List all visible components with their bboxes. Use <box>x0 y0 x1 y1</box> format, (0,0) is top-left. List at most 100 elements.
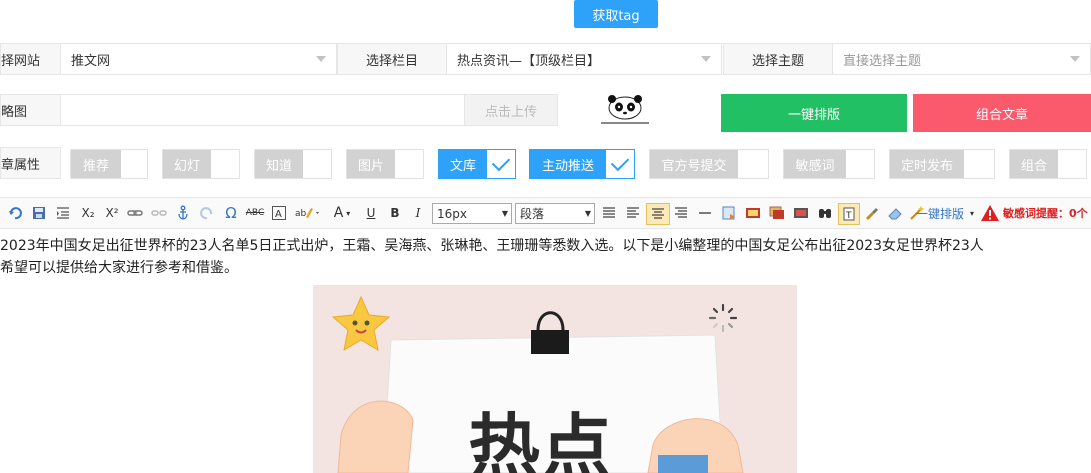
check-icon <box>491 152 511 172</box>
bold-icon[interactable]: B <box>386 203 404 223</box>
paragraph-select[interactable]: 段落 ▼ <box>515 203 595 224</box>
column-select[interactable]: 热点资讯—【顶级栏目】 <box>446 43 722 75</box>
eraser-icon[interactable] <box>886 203 904 223</box>
toggle-switch <box>606 150 634 178</box>
toggle-library[interactable]: 文库 <box>438 149 516 179</box>
site-select[interactable]: 推文网 <box>60 43 337 75</box>
one-click-layout-tool-label: 一键排版 <box>915 206 964 221</box>
toggle-label: 知道 <box>255 150 303 178</box>
one-click-layout-button[interactable]: 一键排版 <box>721 94 907 132</box>
article-paragraph-2: 希望可以提供给大家进行参考和借鉴。 <box>0 260 238 276</box>
font-color-label: A <box>333 205 344 221</box>
video-icon[interactable] <box>792 203 810 223</box>
upload-button[interactable]: 点击上传 <box>464 94 558 126</box>
topic-select[interactable]: 直接选择主题 <box>832 43 1091 75</box>
site-label: 择网站 <box>0 43 61 75</box>
chevron-down-icon: ▾ <box>970 208 975 218</box>
toggle-label: 图片 <box>347 150 395 178</box>
panda-logo <box>598 94 652 128</box>
highlight-color-icon[interactable]: ab <box>294 203 322 223</box>
article-image[interactable]: 热点 <box>313 285 797 473</box>
svg-text:A: A <box>275 209 282 220</box>
article-body[interactable]: 2023年中国女足出征世界杯的23人名单5日正式出炉，王霜、吴海燕、张琳艳、王珊… <box>0 235 1091 279</box>
toggle-label: 定时发布 <box>890 150 964 178</box>
indent-icon[interactable] <box>54 203 72 223</box>
redo-icon[interactable] <box>6 203 24 223</box>
toggle-slideshow[interactable]: 幻灯 <box>162 149 240 179</box>
toggle-recommend[interactable]: 推荐 <box>70 149 148 179</box>
font-color-icon[interactable]: A ▾ <box>328 203 356 223</box>
insert-file-icon[interactable] <box>720 203 738 223</box>
toggle-switch <box>121 150 147 178</box>
toggle-switch <box>738 150 768 178</box>
toggle-label: 敏感词 <box>784 150 846 178</box>
toggle-official-submit[interactable]: 官方号提交 <box>649 149 769 179</box>
article-paragraph-1: 2023年中国女足出征世界杯的23人名单5日正式出炉，王霜、吴海燕、张琳艳、王珊… <box>0 238 984 254</box>
strikethrough-icon[interactable]: ABC <box>244 203 266 223</box>
toggle-switch <box>964 150 994 178</box>
hot-news-illustration: 热点 <box>313 285 797 473</box>
topic-label: 选择主题 <box>723 43 833 75</box>
special-char-icon[interactable]: Ω <box>222 203 240 223</box>
toggle-image[interactable]: 图片 <box>346 149 424 179</box>
column-label: 选择栏目 <box>337 43 447 75</box>
paragraph-value: 段落 <box>520 207 545 221</box>
italic-icon[interactable]: I <box>409 203 427 223</box>
align-left-icon[interactable] <box>624 203 642 223</box>
text-box-icon[interactable]: A <box>270 203 288 223</box>
hot-news-title: 热点 <box>468 406 612 473</box>
undo-disabled-icon[interactable] <box>198 203 216 223</box>
toggle-label: 文库 <box>439 150 487 178</box>
sensitive-word-hint: 敏感词提醒：0个 <box>980 203 1091 223</box>
toggle-switch <box>395 150 423 178</box>
align-center-icon[interactable] <box>646 203 670 225</box>
link-icon[interactable] <box>126 203 144 223</box>
toggle-combine[interactable]: 组合 <box>1009 149 1087 179</box>
get-tag-button[interactable]: 获取tag <box>574 0 658 28</box>
chevron-down-icon: ▼ <box>584 209 591 218</box>
find-replace-icon[interactable] <box>816 203 834 223</box>
anchor-icon[interactable] <box>174 203 192 223</box>
toggle-switch <box>846 150 874 178</box>
toggle-scheduled[interactable]: 定时发布 <box>889 149 995 179</box>
toggle-switch <box>303 150 331 178</box>
toggle-know[interactable]: 知道 <box>254 149 332 179</box>
one-click-layout-tool[interactable]: 一键排版 ▾ <box>912 203 978 223</box>
site-label-text: 择网站 <box>1 53 41 69</box>
chevron-down-icon: ▾ <box>346 208 351 218</box>
check-icon <box>610 152 630 172</box>
image-icon[interactable] <box>744 203 762 223</box>
save-icon[interactable] <box>30 203 48 223</box>
chevron-down-icon <box>1070 56 1080 62</box>
thumbnail-label-text: 略图 <box>1 104 28 120</box>
combine-article-button[interactable]: 组合文章 <box>913 94 1091 132</box>
toggle-push[interactable]: 主动推送 <box>529 149 635 179</box>
align-right-icon[interactable] <box>672 203 690 223</box>
subscript-icon[interactable]: X₂ <box>78 203 98 223</box>
font-size-select[interactable]: 16px ▼ <box>432 203 512 224</box>
toggle-sensitive-words[interactable]: 敏感词 <box>783 149 875 179</box>
thumbnail-label: 略图 <box>0 94 61 126</box>
svg-text:T: T <box>845 211 852 221</box>
multi-image-icon[interactable] <box>768 203 786 223</box>
paste-text-icon[interactable]: T <box>838 203 860 225</box>
align-justify-icon[interactable] <box>600 203 618 223</box>
superscript-icon[interactable]: X² <box>102 203 122 223</box>
toggle-label: 组合 <box>1010 150 1058 178</box>
toggle-label: 主动推送 <box>530 150 606 178</box>
unlink-icon[interactable] <box>150 203 168 223</box>
horizontal-rule-icon[interactable] <box>696 203 714 223</box>
sensitive-word-hint-text: 敏感词提醒：0个 <box>1003 207 1088 220</box>
chevron-down-icon <box>316 56 326 62</box>
article-attr-label: 章属性 <box>0 147 61 179</box>
thumbnail-input[interactable] <box>60 94 465 126</box>
topic-select-placeholder: 直接选择主题 <box>843 53 922 69</box>
format-brush-icon[interactable] <box>862 203 880 223</box>
chevron-down-icon: ▼ <box>501 209 508 218</box>
column-label-text: 选择栏目 <box>365 53 418 69</box>
toggle-label: 官方号提交 <box>650 150 738 178</box>
toggle-label: 幻灯 <box>163 150 211 178</box>
underline-icon[interactable]: U <box>362 203 380 223</box>
toggle-switch <box>211 150 239 178</box>
warning-icon <box>981 205 999 221</box>
